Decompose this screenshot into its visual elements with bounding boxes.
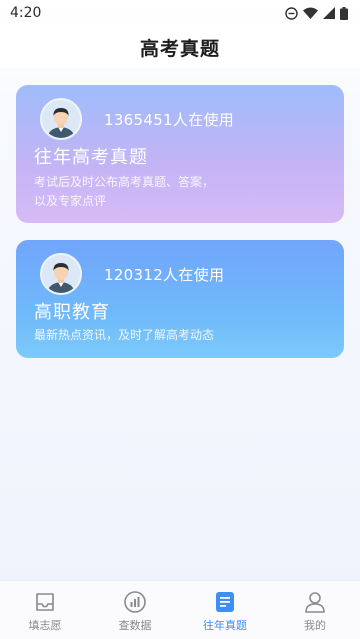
avatar <box>40 253 82 295</box>
usage-count: 1365451人在使用 <box>104 110 235 129</box>
tab-mine[interactable]: 我的 <box>275 581 355 633</box>
status-time: 4:20 <box>10 5 42 21</box>
tab-past-exams[interactable]: 往年真题 <box>185 581 265 633</box>
avatar-person-icon <box>42 100 80 138</box>
status-bar: 4:20 <box>0 0 360 26</box>
tab-check-data[interactable]: 查数据 <box>95 581 175 633</box>
card-description-line: 最新热点资讯，及时了解高考动态 <box>34 328 215 342</box>
card-title: 高职教育 <box>34 302 110 323</box>
signal-icon <box>323 7 335 19</box>
tab-fill-application[interactable]: 填志愿 <box>5 581 85 633</box>
card-header: 1365451人在使用 <box>40 98 234 140</box>
inbox-icon <box>36 593 54 611</box>
app-header: 高考真题 <box>0 26 360 68</box>
past-exams-card[interactable]: 1365451人在使用 往年高考真题 考试后及时公布高考真题、答案， 以及专家点… <box>16 85 344 223</box>
card-description-line: 考试后及时公布高考真题、答案， <box>34 175 215 189</box>
vocational-education-card[interactable]: 120312人在使用 高职教育 最新热点资讯，及时了解高考动态 <box>16 240 344 358</box>
document-icon <box>216 592 234 612</box>
usage-count: 120312人在使用 <box>104 265 225 284</box>
tab-label: 我的 <box>304 619 326 632</box>
tab-label: 往年真题 <box>203 619 247 632</box>
page-title: 高考真题 <box>139 37 220 60</box>
avatar-person-icon <box>42 255 80 293</box>
card-header: 120312人在使用 <box>40 253 224 295</box>
battery-icon <box>340 6 348 20</box>
tab-label: 填志愿 <box>28 619 62 632</box>
user-icon <box>305 592 325 613</box>
card-description: 最新热点资讯，及时了解高考动态 <box>34 326 334 345</box>
avatar <box>40 98 82 140</box>
bottom-tab-bar: 填志愿 查数据 往年真题 我的 <box>0 580 360 639</box>
chart-icon <box>124 591 146 613</box>
do-not-disturb-icon <box>285 6 298 20</box>
screen: 4:20 高考真题 1365451人在使用 往年高考真题 考试后及时公布高考真题… <box>0 0 360 639</box>
card-title: 往年高考真题 <box>34 147 148 168</box>
wifi-icon <box>303 7 318 19</box>
card-description-line: 以及专家点评 <box>34 194 107 208</box>
card-description: 考试后及时公布高考真题、答案， 以及专家点评 <box>34 173 334 211</box>
tab-label: 查数据 <box>118 619 152 632</box>
status-icons <box>285 6 348 20</box>
